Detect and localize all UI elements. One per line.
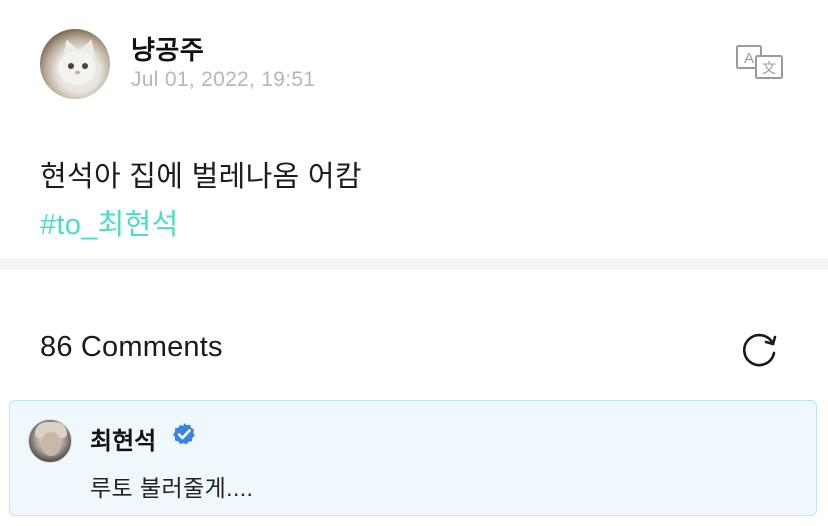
section-divider [0,258,828,270]
refresh-comments-button[interactable] [740,329,780,369]
avatar-cat-eye-left [68,63,74,69]
svg-text:A: A [744,50,754,67]
verified-badge-icon [173,423,195,445]
svg-text:文: 文 [762,61,776,77]
post-header: 냥공주 Jul 01, 2022, 19:51 A 文 [0,0,828,120]
refresh-icon [742,333,777,367]
post-timestamp: Jul 01, 2022, 19:51 [131,68,316,91]
avatar-cat-nose [75,71,80,74]
avatar-cat-face [58,51,96,85]
comment-author-avatar[interactable] [28,419,72,463]
translate-icon: A 文 [736,45,783,79]
post-hashtag-link[interactable]: #to_최현석 [40,201,179,243]
post-body-text: 현석아 집에 벌레나옴 어캄 [40,161,362,193]
comments-count-title: 86 Comments [40,331,223,363]
post-author-name[interactable]: 냥공주 [131,30,204,67]
post-detail-page: 냥공주 Jul 01, 2022, 19:51 A 文 현석아 집에 벌레나옴 … [0,0,828,526]
author-avatar[interactable] [40,29,110,99]
comment-avatar-face [41,432,61,456]
comment-author-name[interactable]: 최현석 [90,421,156,456]
avatar-cat-eye-right [82,63,88,69]
comment-body-text: 루토 불러줄게.... [90,475,254,501]
translate-button[interactable]: A 文 [734,42,786,82]
comment-item-highlighted[interactable]: 최현석 루토 불러줄게.... [9,400,817,516]
